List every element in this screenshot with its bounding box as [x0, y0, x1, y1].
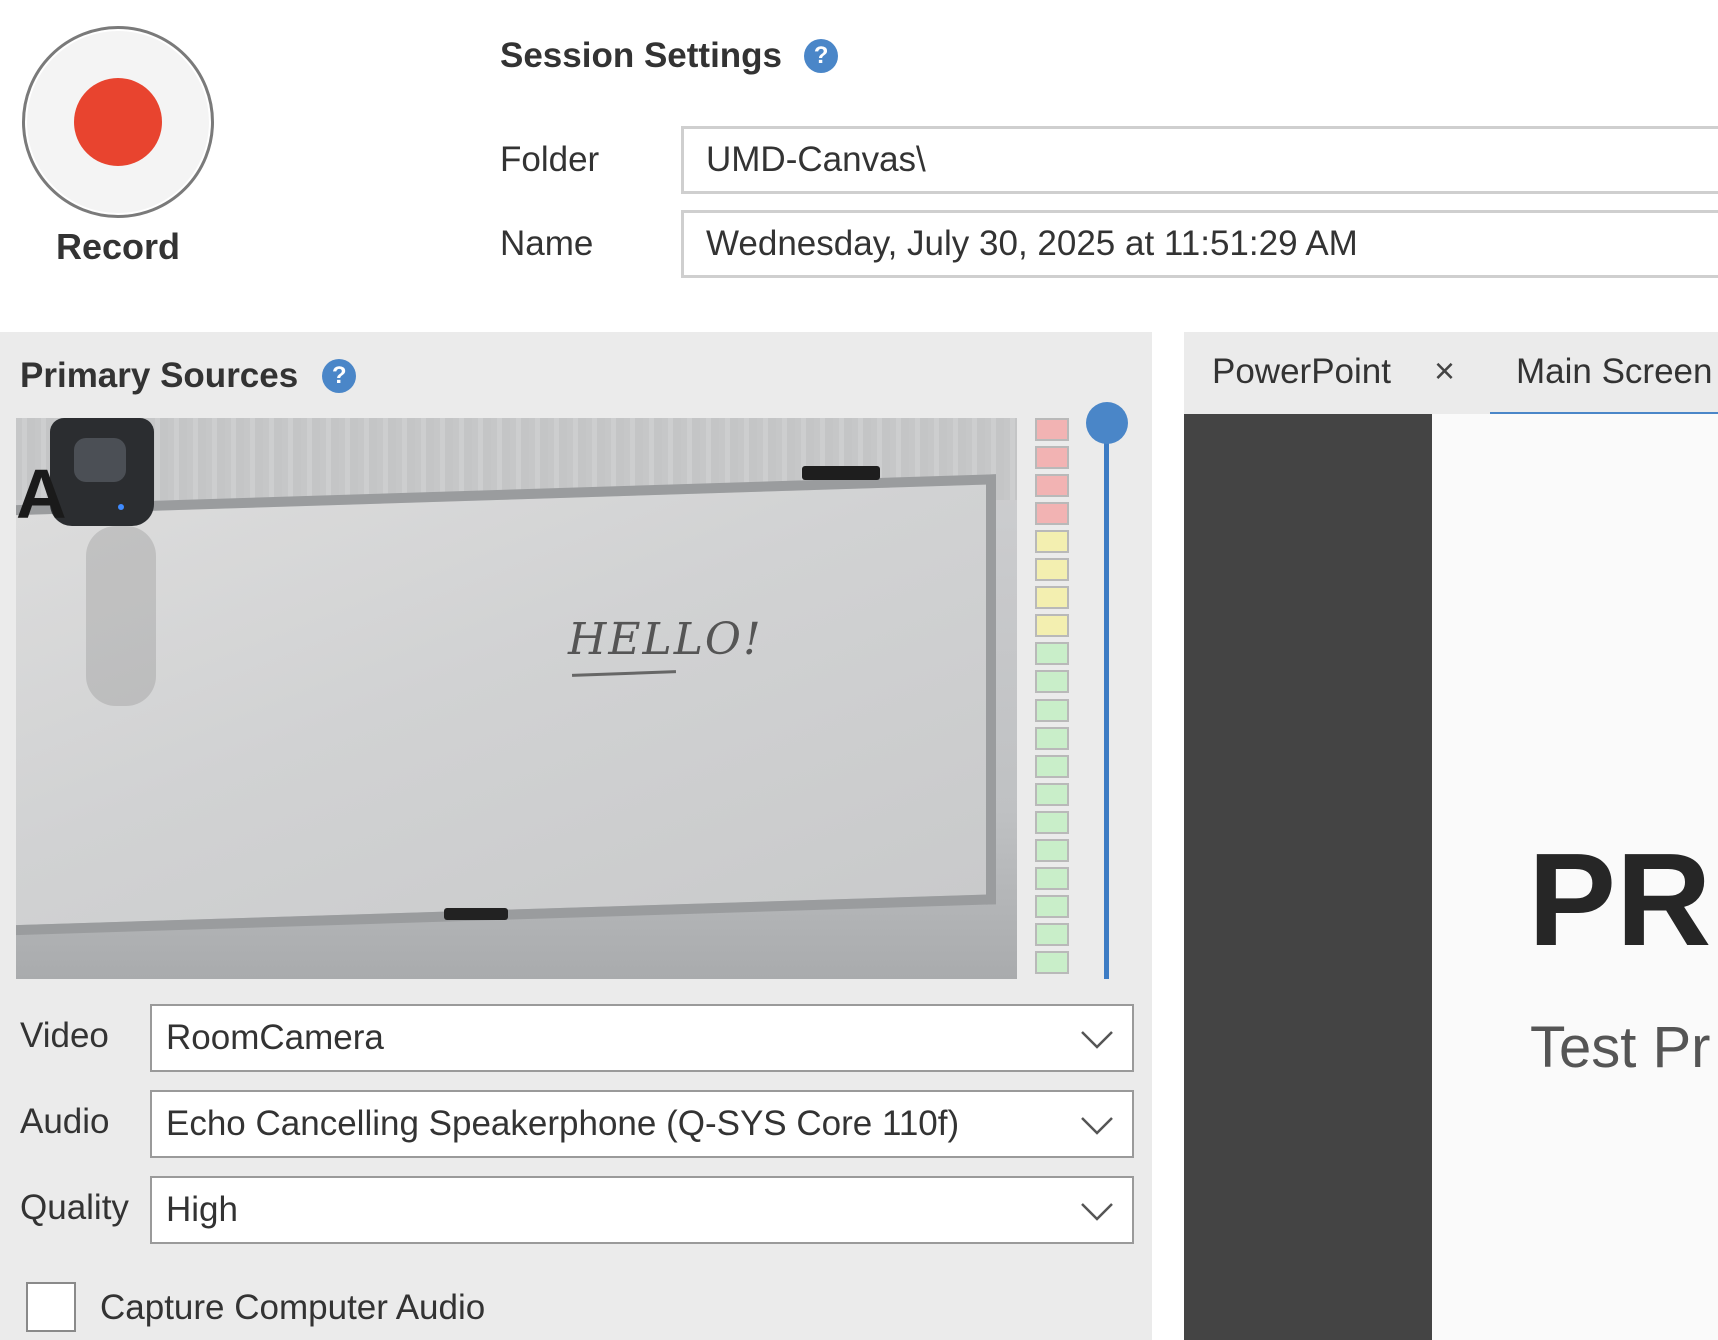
meter-segment-red	[1035, 446, 1069, 470]
eraser-top	[802, 466, 880, 480]
volume-slider-track[interactable]	[1104, 432, 1109, 979]
whiteboard	[16, 474, 996, 936]
record-button[interactable]	[22, 26, 214, 218]
meter-segment-green	[1035, 866, 1069, 890]
meter-segment-green	[1035, 922, 1069, 946]
screen-preview-sidebar	[1184, 414, 1432, 1340]
chevron-down-icon	[1081, 1203, 1113, 1221]
quality-select[interactable]: High	[150, 1176, 1134, 1244]
record-label: Record	[55, 226, 181, 267]
capture-computer-audio-checkbox[interactable]	[26, 1282, 76, 1332]
screen-preview-slide: PR Test Pr	[1432, 414, 1718, 1340]
eraser-bottom	[444, 908, 508, 920]
meter-segment-green	[1035, 782, 1069, 806]
meter-segment-green	[1035, 810, 1069, 834]
whiteboard-text: HELLO!	[568, 614, 763, 665]
secondary-sources-panel: PowerPoint × Main Screen PR Test Pr	[1184, 332, 1718, 1340]
meter-segment-green	[1035, 950, 1069, 974]
camera-shadow	[86, 526, 156, 706]
record-dot-icon	[74, 78, 162, 166]
primary-sources-panel: Primary Sources ? A HELLO! Video RoomCam…	[0, 332, 1152, 1340]
tab-main-screen[interactable]: Main Screen	[1516, 352, 1712, 392]
record-control: Record	[22, 26, 214, 267]
video-select[interactable]: RoomCamera	[150, 1004, 1134, 1072]
folder-field[interactable]: UMD-Canvas\	[681, 126, 1718, 194]
meter-segment-yellow	[1035, 614, 1069, 638]
session-settings-heading: Session Settings ?	[500, 36, 839, 76]
meter-segment-green	[1035, 698, 1069, 722]
meter-segment-yellow	[1035, 558, 1069, 582]
primary-sources-heading: Primary Sources ?	[20, 356, 357, 396]
video-preview: A HELLO!	[16, 418, 1017, 979]
chevron-down-icon	[1081, 1031, 1113, 1049]
meter-segment-green	[1035, 642, 1069, 666]
slide-title: PR	[1528, 826, 1712, 973]
capture-computer-audio-label: Capture Computer Audio	[100, 1288, 486, 1327]
name-field[interactable]: Wednesday, July 30, 2025 at 11:51:29 AM	[681, 210, 1718, 278]
slide-subtitle: Test Pr	[1530, 1015, 1711, 1080]
meter-segment-red	[1035, 474, 1069, 498]
folder-label: Folder	[500, 140, 600, 179]
audio-label: Audio	[20, 1102, 110, 1141]
video-label: Video	[20, 1016, 109, 1055]
audio-select[interactable]: Echo Cancelling Speakerphone (Q-SYS Core…	[150, 1090, 1134, 1158]
sign-fragment: A	[16, 455, 67, 533]
meter-segment-red	[1035, 418, 1069, 441]
meter-segment-yellow	[1035, 586, 1069, 610]
audio-level-meter	[1035, 418, 1069, 979]
camera-led-icon	[118, 504, 124, 510]
meter-segment-green	[1035, 894, 1069, 918]
quality-label: Quality	[20, 1188, 129, 1227]
camera-lens-icon	[74, 438, 126, 482]
chevron-down-icon	[1081, 1117, 1113, 1135]
meter-segment-green	[1035, 726, 1069, 750]
meter-segment-green	[1035, 754, 1069, 778]
session-settings-title: Session Settings	[500, 36, 783, 75]
audio-select-value: Echo Cancelling Speakerphone (Q-SYS Core…	[166, 1104, 960, 1143]
meter-segment-red	[1035, 502, 1069, 526]
name-label: Name	[500, 224, 594, 263]
quality-select-value: High	[166, 1190, 238, 1229]
meter-segment-green	[1035, 670, 1069, 694]
volume-slider-thumb[interactable]	[1086, 402, 1128, 444]
tab-powerpoint[interactable]: PowerPoint	[1212, 352, 1391, 392]
primary-sources-title: Primary Sources	[20, 356, 299, 395]
meter-segment-yellow	[1035, 530, 1069, 554]
meter-segment-green	[1035, 838, 1069, 862]
video-select-value: RoomCamera	[166, 1018, 384, 1057]
help-icon[interactable]: ?	[322, 359, 357, 393]
close-icon[interactable]: ×	[1434, 350, 1455, 392]
help-icon[interactable]: ?	[804, 39, 839, 73]
